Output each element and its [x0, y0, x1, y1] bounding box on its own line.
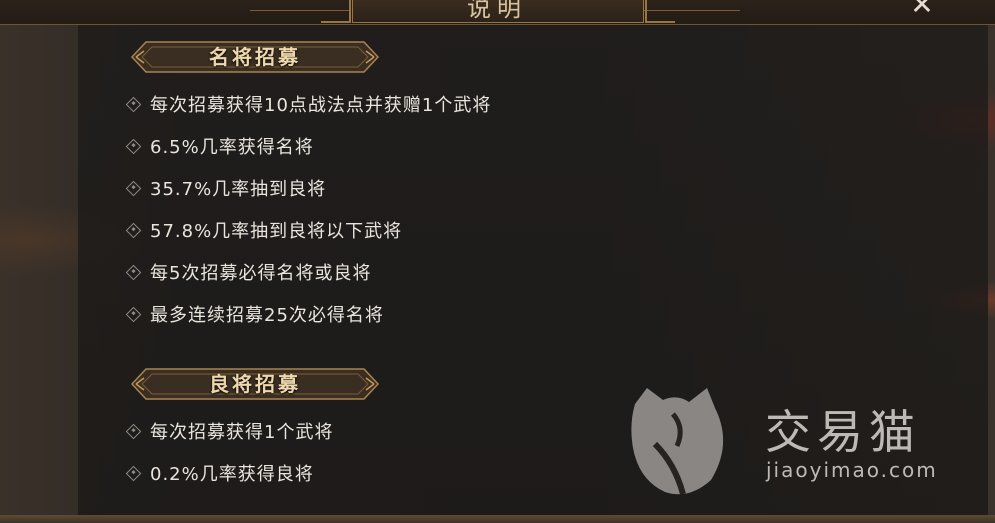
diamond-bullet-icon: [125, 180, 142, 196]
list-item: 57.8%几率抽到良将以下武将: [125, 218, 403, 242]
watermark-brand: 交易猫: [765, 405, 921, 459]
diamond-bullet-icon: [125, 306, 142, 322]
list-item-text: 35.7%几率抽到良将: [150, 179, 327, 200]
dialog-title: 说明: [467, 0, 527, 22]
list-item: 0.2%几率获得良将: [125, 461, 314, 485]
diamond-bullet-icon: [125, 423, 142, 439]
close-icon: ✕: [910, 0, 934, 21]
list-item: 每次招募获得1个武将: [125, 419, 334, 443]
close-button[interactable]: ✕: [906, 0, 938, 21]
section-header-famous-general: 名将招募: [130, 40, 380, 74]
diamond-bullet-icon: [125, 138, 142, 154]
list-item-text: 6.5%几率获得名将: [150, 137, 314, 158]
diamond-bullet-icon: [125, 465, 142, 481]
list-item-text: 0.2%几率获得良将: [150, 464, 314, 485]
list-item-text: 每次招募获得10点战法点并获赠1个武将: [150, 95, 492, 116]
diamond-bullet-icon: [125, 222, 142, 238]
section-title: 名将招募: [209, 45, 301, 69]
section-title: 良将招募: [209, 372, 301, 396]
dialog-bottom-frame: [0, 515, 995, 523]
list-item: 每次招募获得10点战法点并获赠1个武将: [125, 92, 492, 116]
list-item: 35.7%几率抽到良将: [125, 176, 327, 200]
list-item: 每5次招募必得名将或良将: [125, 260, 372, 284]
list-item-text: 每次招募获得1个武将: [150, 422, 334, 443]
section-header-good-general: 良将招募: [130, 367, 380, 401]
list-item: 6.5%几率获得名将: [125, 134, 314, 158]
watermark-url: jiaoyimao.com: [766, 458, 938, 482]
diamond-bullet-icon: [125, 96, 142, 112]
list-item-text: 57.8%几率抽到良将以下武将: [150, 221, 403, 242]
dialog-header-band: 说明 ✕: [0, 0, 995, 25]
diamond-bullet-icon: [125, 264, 142, 280]
list-item-text: 每5次招募必得名将或良将: [150, 263, 372, 284]
list-item: 最多连续招募25次必得名将: [125, 302, 384, 326]
list-item-text: 最多连续招募25次必得名将: [150, 305, 384, 326]
